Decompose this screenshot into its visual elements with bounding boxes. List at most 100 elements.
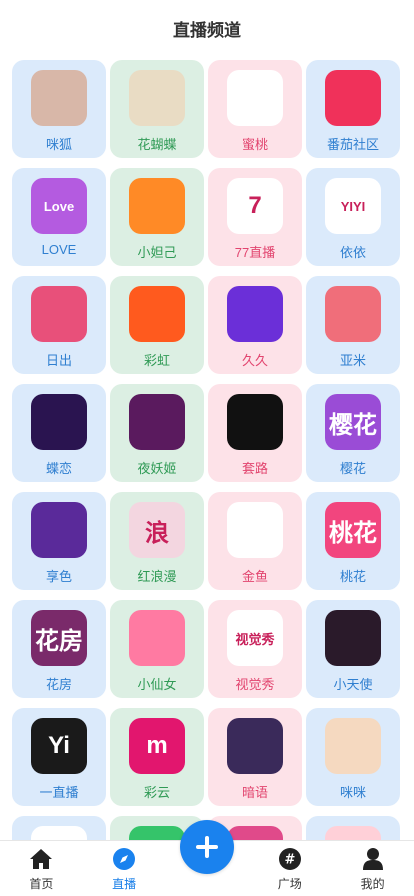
channel-tile[interactable]: 蝶恋: [12, 384, 106, 482]
app-icon-text: Love: [43, 198, 75, 214]
channel-tile[interactable]: 小妲己: [110, 168, 204, 266]
plus-icon: [195, 836, 218, 858]
channel-tile[interactable]: 彩虹: [110, 276, 204, 374]
channel-tile[interactable]: 金鱼: [208, 492, 302, 590]
channel-tile[interactable]: 桃花 桃花: [306, 492, 400, 590]
channel-tile[interactable]: 7 77直播: [208, 168, 302, 266]
app-icon-text: 樱花: [329, 411, 377, 439]
fairy-icon: [129, 178, 185, 234]
channel-tile[interactable]: 蜜桃: [208, 60, 302, 158]
channel-label: 视觉秀: [235, 677, 275, 692]
channel-tile[interactable]: 番茄社区: [306, 60, 400, 158]
channel-label: 咪咪: [339, 785, 366, 800]
channel-tile[interactable]: 小仙女: [110, 600, 204, 698]
header: 直播频道: [0, 0, 414, 56]
app-icon-text: 视觉秀: [235, 631, 275, 647]
channel-tile[interactable]: 套路: [208, 384, 302, 482]
pole-dancer-icon: [325, 286, 381, 342]
peach-icon: [227, 70, 283, 126]
tv-play-icon: [129, 286, 185, 342]
channel-label: 咪狐: [45, 137, 72, 152]
play-wave-icon: [31, 502, 87, 558]
channel-tile[interactable]: 日出: [12, 276, 106, 374]
svg-text:#: #: [284, 853, 295, 868]
tab-home[interactable]: 首页: [0, 840, 82, 896]
love-icon: Love: [31, 178, 87, 234]
hashtag-icon: #: [277, 846, 303, 872]
yiyi-icon: YIYI: [325, 178, 381, 234]
show-icon: 视觉秀: [227, 610, 283, 666]
app-icon-text: 花房: [35, 627, 83, 655]
channel-label: 蝶恋: [45, 461, 72, 476]
channel-tile[interactable]: Yi 一直播: [12, 708, 106, 806]
channel-tile[interactable]: 暗语: [208, 708, 302, 806]
channel-label: 77直播: [234, 245, 276, 260]
channel-tile[interactable]: 小天使: [306, 600, 400, 698]
channel-label: 享色: [45, 569, 72, 584]
app-icon-text: 7: [248, 192, 262, 219]
channel-label: 彩虹: [143, 353, 170, 368]
channel-tile[interactable]: 浪红浪漫: [110, 492, 204, 590]
goldfish-icon: [227, 502, 283, 558]
tab-live[interactable]: 直播: [83, 840, 165, 896]
channel-tile[interactable]: Love LOVE: [12, 168, 106, 266]
channel-tile[interactable]: m 彩云: [110, 708, 204, 806]
yi-icon: Yi: [31, 718, 87, 774]
channel-label: LOVE: [41, 242, 77, 257]
channel-tile[interactable]: 夜妖姬: [110, 384, 204, 482]
channel-tile[interactable]: 亚米: [306, 276, 400, 374]
channel-tile[interactable]: 花房 花房: [12, 600, 106, 698]
home-icon: [28, 846, 54, 872]
seven-icon: 7: [227, 178, 283, 234]
taohua-icon: 桃花: [325, 502, 381, 558]
tab-square-label: 广场: [277, 877, 302, 891]
anime-girl-icon: [325, 718, 381, 774]
tab-live-label: 直播: [112, 877, 137, 891]
channel-label: 桃花: [339, 569, 366, 584]
fox-girl-icon: [31, 70, 87, 126]
channel-tile[interactable]: 久久: [208, 276, 302, 374]
channel-label: 彩云: [143, 785, 170, 800]
channel-tile[interactable]: 咪狐: [12, 60, 106, 158]
channel-label: 夜妖姬: [137, 461, 177, 476]
tomato-icon: [325, 70, 381, 126]
channel-tile[interactable]: YIYI 依依: [306, 168, 400, 266]
dancer-icon: [227, 286, 283, 342]
channel-label: 小天使: [333, 677, 373, 692]
channel-grid: 咪狐 花蝴蝶 蜜桃 番茄社区 Love LOVE 小妲己 7 77直播 YIYI 依依日出 彩虹 久久 亚…: [12, 60, 402, 896]
channel-label: 花蝴蝶: [137, 137, 177, 152]
tab-home-label: 首页: [29, 877, 54, 891]
channel-tile[interactable]: 享色: [12, 492, 106, 590]
butterfly-icon: [129, 70, 185, 126]
app-icon-text: 桃花: [329, 519, 377, 547]
tab-mine[interactable]: 我的: [332, 840, 414, 896]
app-icon-text: Yi: [48, 732, 70, 759]
ape-icon: [227, 394, 283, 450]
tab-bar: 首页 直播 # 广场 我的: [0, 820, 414, 896]
channel-label: 小妲己: [137, 245, 177, 260]
heart-play-icon: [31, 286, 87, 342]
tab-square[interactable]: # 广场: [249, 840, 331, 896]
compass-icon: [111, 846, 137, 872]
channel-label: 花房: [45, 677, 72, 692]
channel-label: 久久: [241, 353, 268, 368]
angel-icon: [325, 610, 381, 666]
channel-label: 亚米: [339, 353, 366, 368]
add-button[interactable]: [179, 820, 234, 874]
app-icon-text: 浪: [145, 519, 169, 547]
channel-label: 日出: [45, 353, 72, 368]
lang-icon: 浪: [129, 502, 185, 558]
channel-tile[interactable]: 咪咪: [306, 708, 400, 806]
cloud-m-icon: m: [129, 718, 185, 774]
page-title: 直播频道: [173, 20, 241, 40]
channel-tile[interactable]: 花蝴蝶: [110, 60, 204, 158]
user-icon: [360, 846, 386, 872]
tab-mine-label: 我的: [360, 877, 385, 891]
channel-tile[interactable]: 樱花 樱花: [306, 384, 400, 482]
channel-label: 一直播: [39, 785, 79, 800]
channel-label: 暗语: [241, 785, 268, 800]
channel-label: 依依: [339, 245, 366, 260]
channel-label: 套路: [241, 461, 268, 476]
channel-tile[interactable]: 视觉秀 视觉秀: [208, 600, 302, 698]
channel-label: 樱花: [339, 461, 366, 476]
